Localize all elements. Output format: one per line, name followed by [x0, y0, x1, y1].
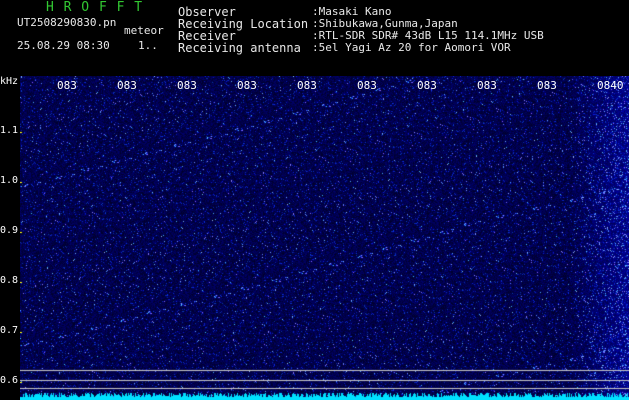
x-tick-label: 083	[237, 79, 257, 92]
x-tick-label: 083	[117, 79, 137, 92]
y-tick-label: 0.6	[0, 375, 19, 386]
antenna-label: Receiving antenna	[178, 41, 301, 55]
x-tick-label: 0840	[597, 79, 624, 92]
x-tick-label: 083	[297, 79, 317, 92]
x-tick-label: 083	[57, 79, 77, 92]
x-tick-label: 083	[417, 79, 437, 92]
header-panel: H R O F F T UT2508290830.pn meteor 25.08…	[0, 0, 629, 76]
hroft-window: H R O F F T UT2508290830.pn meteor 25.08…	[0, 0, 629, 400]
y-axis-unit: kHz	[0, 76, 19, 87]
y-tick-label: 1.1	[0, 125, 19, 136]
counter: 1..	[138, 39, 158, 52]
file-name: UT2508290830.pn	[17, 16, 117, 29]
x-tick-label: 083	[357, 79, 377, 92]
y-tick-label: 0.9	[0, 225, 19, 236]
x-tick-label: 083	[537, 79, 557, 92]
brand-title: H R O F F T	[46, 0, 144, 15]
date-time: 25.08.29 08:30	[17, 39, 110, 52]
spectrogram-canvas	[20, 76, 629, 400]
x-tick-label: 083	[477, 79, 497, 92]
mode-label: meteor	[124, 24, 164, 37]
spectrogram-panel: kHz 1.1 1.0 0.9 0.8 0.7 0.6 083 083 083 …	[0, 76, 629, 400]
y-tick-label: 1.0	[0, 175, 19, 186]
antenna-value: :5el Yagi Az 20 for Aomori VOR	[312, 41, 511, 54]
y-tick-label: 0.8	[0, 275, 19, 286]
x-tick-label: 083	[177, 79, 197, 92]
y-tick-label: 0.7	[0, 325, 19, 336]
